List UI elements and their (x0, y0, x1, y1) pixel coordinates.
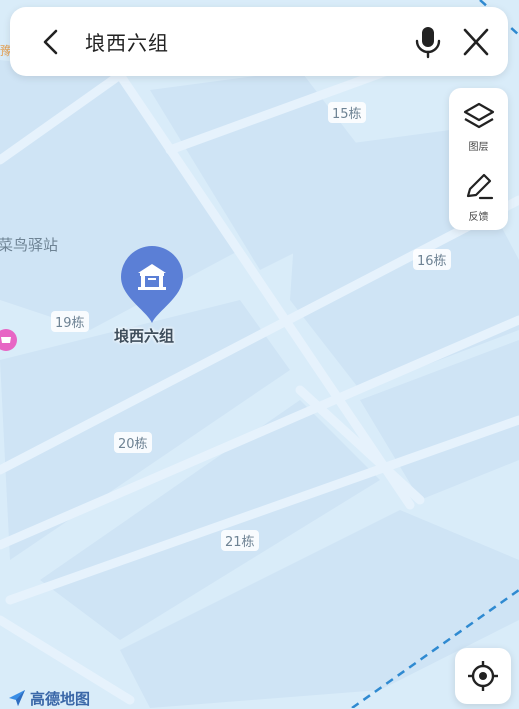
building-label-21: 21栋 (221, 530, 259, 551)
chevron-left-icon[interactable] (36, 25, 70, 59)
close-icon[interactable] (456, 23, 496, 61)
house-pin-icon[interactable] (119, 245, 185, 325)
feedback-label: 反馈 (468, 212, 489, 223)
building-label-16: 16栋 (413, 249, 451, 270)
microphone-icon[interactable] (408, 23, 448, 61)
layers-label: 图层 (468, 142, 489, 153)
search-bar: 埌西六组 (10, 7, 508, 76)
building-label-19: 19栋 (51, 311, 89, 332)
map-tools-panel: 图层 反馈 (449, 88, 508, 230)
place-label-cainiao[interactable]: 菜鸟驿站 (0, 234, 58, 255)
locate-button[interactable] (455, 648, 511, 704)
poi-label[interactable]: 埌西六组 (114, 325, 174, 346)
map-canvas[interactable] (0, 0, 519, 708)
shopping-poi-icon[interactable] (0, 328, 18, 352)
amap-logo: 高德地图 (8, 688, 90, 708)
logo-text: 高德地图 (30, 689, 91, 708)
pencil-icon (466, 173, 494, 200)
amap-logo-icon (9, 690, 25, 706)
search-query-text[interactable]: 埌西六组 (85, 27, 169, 56)
crosshair-icon (468, 661, 498, 691)
building-label-20: 20栋 (114, 432, 152, 453)
layers-icon (463, 102, 495, 129)
building-label-15: 15栋 (328, 102, 366, 123)
feedback-button[interactable]: 反馈 (449, 162, 508, 230)
layers-button[interactable]: 图层 (449, 92, 508, 160)
